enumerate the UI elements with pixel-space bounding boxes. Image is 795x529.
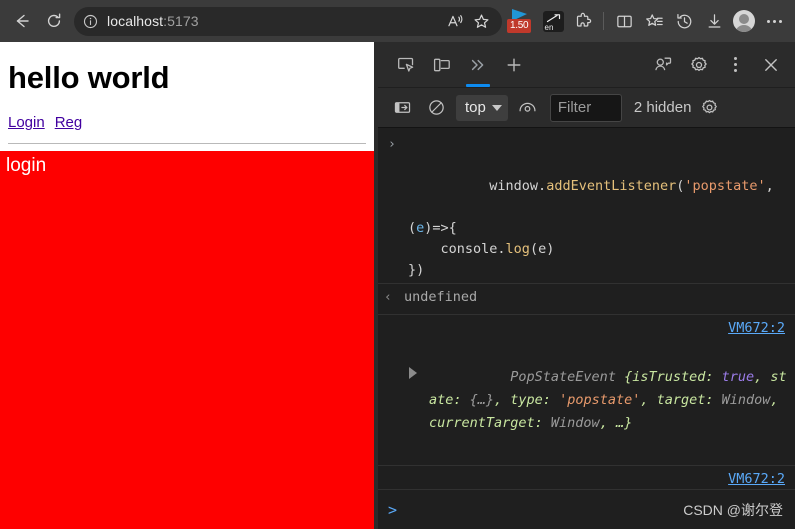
hidden-messages-count[interactable]: 2 hidden	[634, 99, 692, 116]
toolbar-divider	[603, 12, 604, 30]
log-object-preview: PopStateEvent {isTrusted: true, state: {…	[429, 369, 787, 431]
add-tab-button[interactable]	[496, 46, 532, 84]
execution-context-value: top	[465, 99, 486, 116]
console-input-echo: › window.addEventListener('popstate', (e…	[378, 128, 795, 284]
device-toolbar-button[interactable]	[424, 46, 460, 84]
log-source-link[interactable]: VM672:2	[728, 471, 785, 487]
browser-window: localhost:5173 1.50 en hello world Login…	[0, 0, 795, 529]
console-filter-input[interactable]: Filter	[549, 93, 622, 122]
console-result-value: undefined	[404, 289, 478, 305]
toolbar-actions: 1.50 en	[506, 5, 789, 37]
expand-triangle-icon[interactable]	[409, 367, 417, 379]
site-info-icon[interactable]	[83, 14, 98, 29]
console-log-entry[interactable]: VM672:2 PopStateEvent {isTrusted: true, …	[378, 466, 795, 489]
speed-badge: 1.50	[507, 19, 532, 33]
link-login[interactable]: Login	[8, 114, 45, 131]
console-result: ‹ undefined	[378, 284, 795, 315]
downloads-button[interactable]	[699, 6, 729, 36]
console-filter-bar: top Filter 2 hidden	[378, 88, 795, 128]
vertical-ellipsis-icon	[733, 57, 737, 72]
play-speed-icon: 1.50	[506, 5, 540, 37]
live-expression-button[interactable]	[512, 93, 544, 123]
console-prompt[interactable]: > CSDN @谢尔登	[378, 489, 795, 529]
console-messages[interactable]: › window.addEventListener('popstate', (e…	[378, 128, 795, 489]
login-panel: login	[0, 151, 374, 529]
devtools-close-button[interactable]	[753, 46, 789, 84]
console-sidebar-toggle[interactable]	[386, 93, 418, 123]
page-viewport: hello world Login Reg login	[0, 42, 374, 529]
back-button[interactable]	[6, 6, 38, 36]
page-divider	[8, 143, 366, 144]
url-text: localhost:5173	[107, 13, 199, 29]
console-input-line: (e)=>{	[408, 220, 457, 236]
link-reg[interactable]: Reg	[55, 114, 83, 131]
address-bar[interactable]: localhost:5173	[74, 6, 502, 36]
devtools-settings-button[interactable]	[681, 46, 717, 84]
translate-extension-button[interactable]: en	[538, 6, 568, 36]
history-button[interactable]	[669, 6, 699, 36]
log-object-class: PopStateEvent	[510, 369, 625, 385]
translate-icon: en	[542, 10, 564, 32]
log-source-link[interactable]: VM672:2	[728, 320, 785, 336]
input-chevron-icon: ›	[388, 137, 396, 152]
execution-context-select[interactable]: top	[456, 94, 508, 121]
split-screen-button[interactable]	[609, 6, 639, 36]
extensions-button[interactable]	[568, 6, 598, 36]
page-title: hello world	[8, 60, 170, 95]
translate-lang-label: en	[544, 22, 554, 32]
page-nav-links: Login Reg	[0, 96, 374, 131]
inspect-element-button[interactable]	[388, 46, 424, 84]
chevron-down-icon	[491, 104, 502, 111]
prompt-chevron-icon: >	[388, 500, 398, 519]
avatar	[733, 10, 755, 32]
settings-and-more-button[interactable]	[759, 6, 789, 36]
console-input-line: console.log(e)	[408, 241, 555, 257]
watermark: CSDN @谢尔登	[683, 501, 783, 518]
log-object-preview: PopStateEvent {isTrusted: true, state: {…	[386, 472, 787, 489]
console-input-line: › window.addEventListener('popstate',	[386, 134, 787, 218]
devtools-more-button[interactable]	[717, 46, 753, 84]
ellipsis-icon	[766, 19, 782, 23]
devtools-tabbar	[378, 42, 795, 88]
clear-console-button[interactable]	[420, 93, 452, 123]
devtools-panel: top Filter 2 hidden › window.addEventLis…	[378, 42, 795, 529]
collections-button[interactable]	[639, 6, 669, 36]
favorite-star-icon[interactable]	[468, 8, 494, 34]
feedback-button[interactable]	[645, 46, 681, 84]
console-log-entry[interactable]: VM672:2 PopStateEvent {isTrusted: true, …	[378, 315, 795, 466]
playback-speed-button[interactable]: 1.50	[506, 5, 540, 37]
reload-button[interactable]	[38, 6, 70, 36]
profile-button[interactable]	[729, 6, 759, 36]
console-input-line: })	[408, 262, 425, 278]
tab-overflow-chevron[interactable]	[460, 46, 496, 87]
browser-toolbar: localhost:5173 1.50 en	[0, 0, 795, 42]
console-filter-placeholder: Filter	[557, 99, 592, 116]
return-arrow-icon: ‹	[384, 290, 392, 305]
console-settings-button[interactable]	[693, 93, 725, 123]
login-panel-text: login	[6, 155, 47, 176]
read-aloud-icon[interactable]	[442, 8, 468, 34]
